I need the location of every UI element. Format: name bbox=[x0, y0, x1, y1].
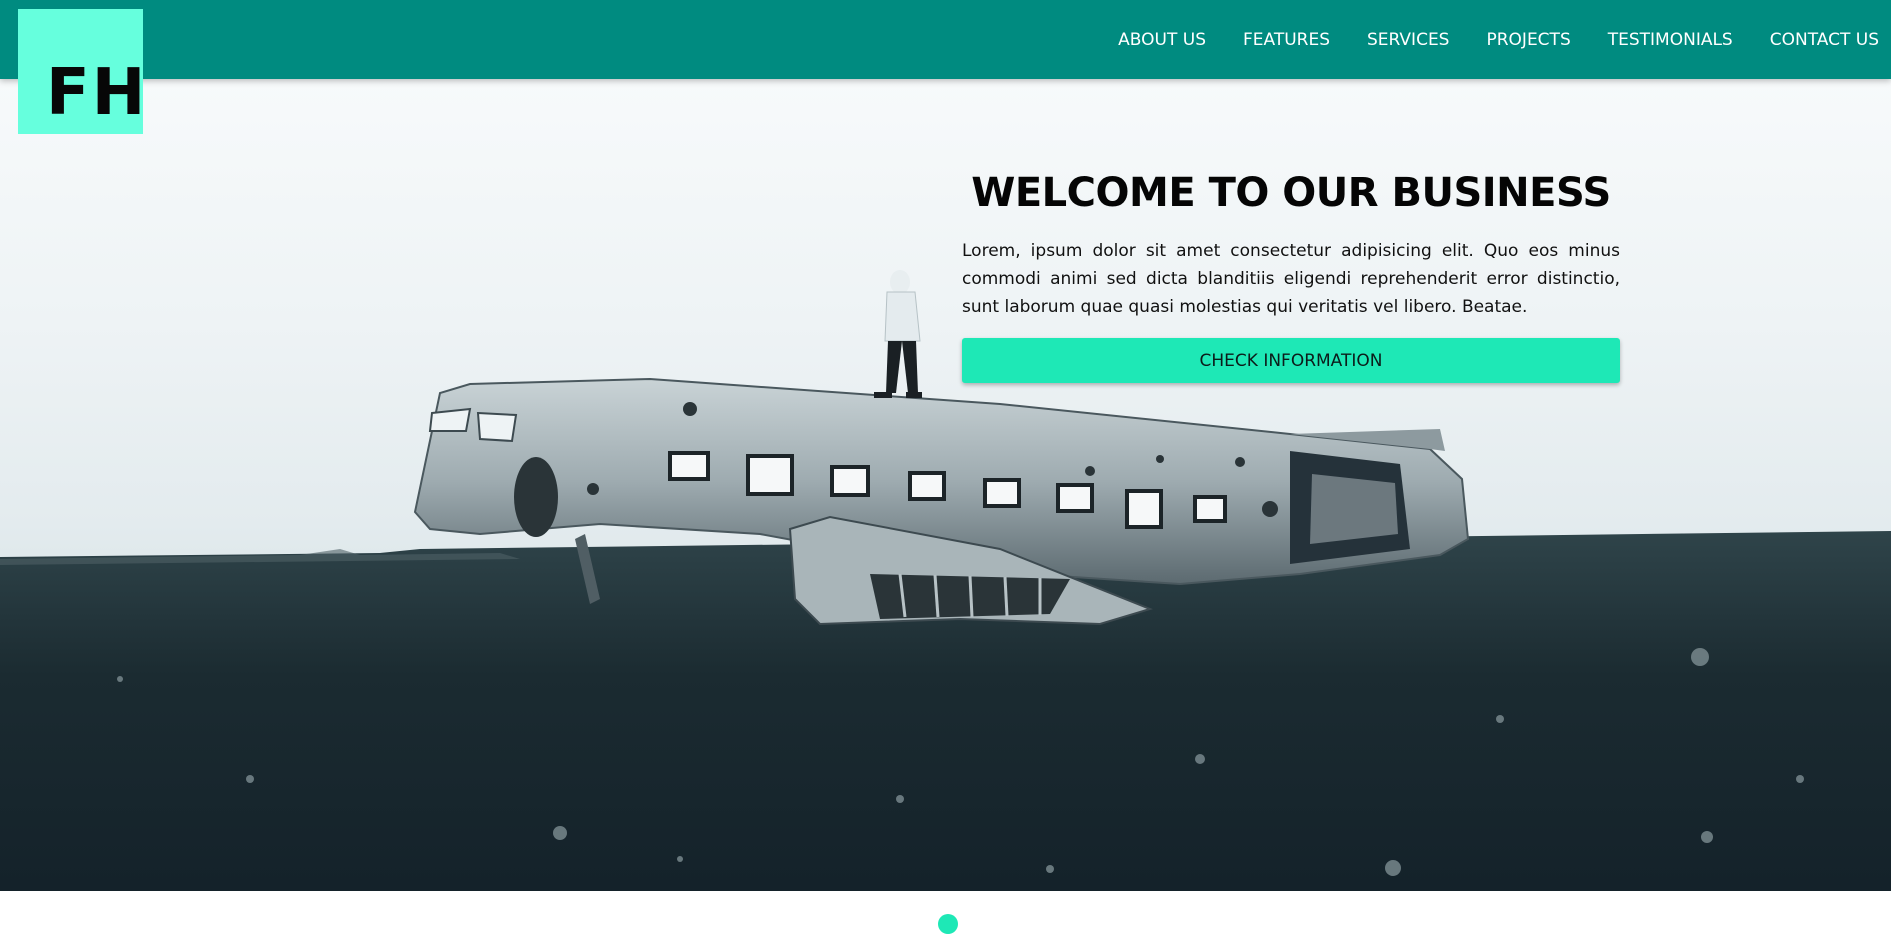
scroll-indicator-dot[interactable] bbox=[938, 914, 958, 934]
nav-projects[interactable]: PROJECTS bbox=[1486, 30, 1570, 50]
main-nav: ABOUT US FEATURES SERVICES PROJECTS TEST… bbox=[1081, 0, 1879, 79]
nav-about-us[interactable]: ABOUT US bbox=[1118, 30, 1206, 50]
nav-testimonials[interactable]: TESTIMONIALS bbox=[1608, 30, 1733, 50]
logo[interactable]: FH bbox=[18, 9, 145, 134]
nav-features[interactable]: FEATURES bbox=[1243, 30, 1330, 50]
logo-text: FH bbox=[46, 56, 148, 130]
hero-title: WELCOME TO OUR BUSINESS bbox=[971, 170, 1611, 216]
hero-description: Lorem, ipsum dolor sit amet consectetur … bbox=[962, 241, 1620, 317]
check-information-button[interactable]: CHECK INFORMATION bbox=[962, 338, 1620, 383]
site-header: ABOUT US FEATURES SERVICES PROJECTS TEST… bbox=[0, 0, 1891, 79]
hero-content: WELCOME TO OUR BUSINESS Lorem, ipsum dol… bbox=[962, 165, 1620, 383]
hero-section: WELCOME TO OUR BUSINESS Lorem, ipsum dol… bbox=[0, 79, 1891, 891]
nav-contact-us[interactable]: CONTACT US bbox=[1770, 30, 1879, 50]
nav-services[interactable]: SERVICES bbox=[1367, 30, 1449, 50]
